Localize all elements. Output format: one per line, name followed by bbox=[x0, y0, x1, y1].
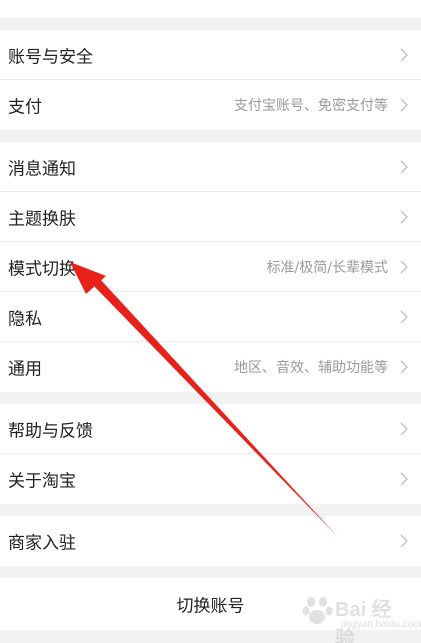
settings-row-top-cropped[interactable] bbox=[0, 0, 421, 18]
settings-row-mode-switch[interactable]: 模式切换 标准/极简/长辈模式 bbox=[0, 242, 421, 292]
chevron-right-icon bbox=[399, 422, 409, 436]
settings-row-about-taobao[interactable]: 关于淘宝 bbox=[0, 454, 421, 504]
watermark-url: jingyan.baidu.com bbox=[341, 619, 421, 630]
row-label: 支付 bbox=[8, 97, 42, 118]
chevron-right-icon bbox=[399, 310, 409, 324]
settings-row-account-security[interactable]: 账号与安全 bbox=[0, 30, 421, 80]
row-subtitle: 地区、音效、辅助功能等 bbox=[234, 360, 388, 376]
row-label: 关于淘宝 bbox=[8, 471, 76, 492]
chevron-right-icon bbox=[399, 160, 409, 174]
paw-icon bbox=[302, 597, 333, 624]
settings-row-theme[interactable]: 主题换肤 bbox=[0, 192, 421, 242]
settings-row-notifications[interactable]: 消息通知 bbox=[0, 142, 421, 192]
watermark-text: Bai 经验 bbox=[335, 599, 392, 643]
row-label: 账号与安全 bbox=[8, 47, 93, 68]
chevron-right-icon bbox=[399, 210, 409, 224]
settings-row-privacy[interactable]: 隐私 bbox=[0, 292, 421, 342]
settings-row-help-feedback[interactable]: 帮助与反馈 bbox=[0, 404, 421, 454]
chevron-right-icon bbox=[399, 48, 409, 62]
settings-row-general[interactable]: 通用 地区、音效、辅助功能等 bbox=[0, 342, 421, 392]
row-label: 帮助与反馈 bbox=[8, 421, 93, 442]
chevron-right-icon bbox=[399, 534, 409, 548]
settings-page: 账号与安全 支付 支付宝账号、免密支付等 消息通知 主题换肤 模式切换 标准/极… bbox=[0, 0, 421, 643]
row-label: 消息通知 bbox=[8, 159, 76, 180]
chevron-right-icon bbox=[399, 472, 409, 486]
settings-row-merchant-join[interactable]: 商家入驻 bbox=[0, 516, 421, 566]
row-label: 隐私 bbox=[8, 309, 42, 330]
row-label: 主题换肤 bbox=[8, 209, 76, 230]
settings-row-payment[interactable]: 支付 支付宝账号、免密支付等 bbox=[0, 80, 421, 130]
row-subtitle: 支付宝账号、免密支付等 bbox=[234, 98, 388, 114]
row-label: 模式切换 bbox=[8, 259, 76, 280]
chevron-right-icon bbox=[399, 360, 409, 374]
row-label: 商家入驻 bbox=[8, 533, 76, 554]
row-subtitle: 标准/极简/长辈模式 bbox=[266, 260, 388, 276]
row-label: 通用 bbox=[8, 359, 42, 380]
chevron-right-icon bbox=[399, 260, 409, 274]
baidu-jingyan-watermark: Bai 经验 jingyan.baidu.com bbox=[301, 593, 421, 643]
chevron-right-icon bbox=[399, 98, 409, 112]
